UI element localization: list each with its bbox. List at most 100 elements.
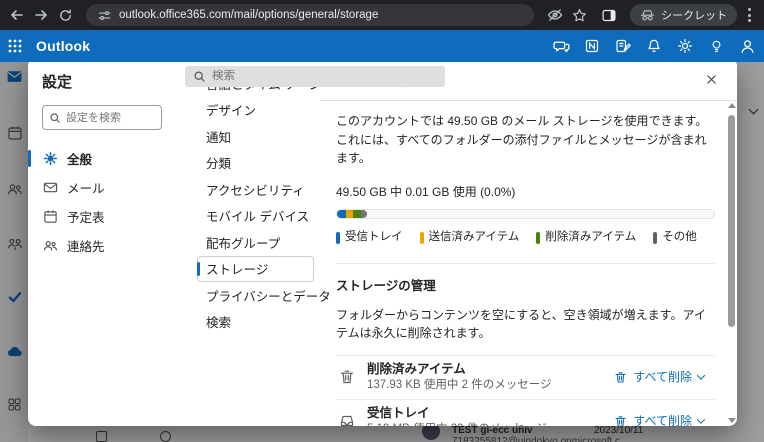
settings-left-pane: 設定 全般 メール — [28, 58, 173, 426]
notes-icon[interactable] — [614, 37, 632, 55]
category-design[interactable]: デザイン — [197, 97, 314, 124]
bookmark-star-icon[interactable] — [570, 6, 588, 24]
delete-all-button[interactable]: すべて削除 — [604, 363, 713, 392]
scroll-down-icon[interactable] — [728, 418, 736, 423]
legend-label: 受信トレイ — [345, 229, 403, 247]
trash-icon — [613, 414, 627, 426]
chevron-down-icon — [697, 416, 705, 424]
incognito-label: シークレット — [661, 7, 727, 23]
settings-gear-icon[interactable] — [676, 37, 694, 55]
category-search[interactable]: 検索 — [197, 309, 314, 336]
category-storage[interactable]: ストレージ — [197, 256, 314, 283]
sidebar-item-general[interactable]: 全般 — [42, 144, 173, 173]
inbox-icon — [338, 413, 355, 426]
url-text: outlook.office365.com/mail/options/gener… — [119, 9, 378, 21]
category-categories[interactable]: 分類 — [197, 150, 314, 177]
browser-toolbar: outlook.office365.com/mail/options/gener… — [0, 0, 764, 30]
incognito-icon — [640, 8, 655, 23]
calendar-icon — [42, 209, 58, 225]
search-icon — [193, 70, 206, 83]
storage-description: このアカウントでは 49.50 GB のメール ストレージを使用できます。これに… — [336, 112, 715, 168]
folder-list: 削除済みアイテム 137.93 KB 使用中 2 件のメッセージ すべて削除 — [336, 355, 715, 426]
legend-marker — [536, 232, 540, 244]
outlook-search-input[interactable] — [212, 70, 412, 82]
legend-label: その他 — [662, 229, 697, 247]
account-person-icon[interactable] — [738, 37, 756, 55]
eye-off-icon[interactable] — [546, 6, 564, 24]
folder-row-deleted-items: 削除済みアイテム 137.93 KB 使用中 2 件のメッセージ すべて削除 — [336, 355, 715, 399]
management-title: ストレージの管理 — [336, 277, 715, 296]
sidebar-item-mail[interactable]: メール — [42, 173, 173, 202]
sidebar-item-label: 全般 — [67, 149, 92, 168]
envelope-icon — [42, 180, 58, 196]
settings-search-input[interactable] — [66, 112, 156, 124]
sidebar-item-label: メール — [67, 178, 105, 197]
trash-icon — [613, 370, 627, 384]
reload-icon[interactable] — [56, 6, 74, 24]
meter-segment-other — [361, 210, 367, 218]
delete-all-label: すべて削除 — [633, 368, 692, 387]
sidebar-item-label: 連絡先 — [67, 236, 105, 255]
settings-search-box[interactable] — [42, 105, 162, 130]
incognito-badge: シークレット — [630, 4, 737, 26]
delete-all-button[interactable]: すべて削除 — [604, 407, 713, 426]
forward-icon[interactable] — [32, 6, 50, 24]
category-notifications[interactable]: 通知 — [197, 123, 314, 150]
category-mobile-devices[interactable]: モバイル デバイス — [197, 203, 314, 230]
category-privacy-data[interactable]: プライバシーとデータ — [197, 282, 314, 309]
legend-item-deleted: 削除済みアイテム — [536, 229, 636, 247]
category-distribution-groups[interactable]: 配布グループ — [197, 229, 314, 256]
legend-label: 削除済みアイテム — [545, 229, 636, 247]
legend-marker — [653, 232, 657, 244]
folder-usage: 5.19 MB 使用中 29 件のメッセージ — [367, 421, 592, 426]
category-accessibility[interactable]: アクセシビリティ — [197, 176, 314, 203]
legend-label: 送信済みアイテム — [429, 229, 520, 247]
folder-name: 受信トレイ — [367, 405, 592, 421]
management-description: フォルダーからコンテンツを空にすると、空き領域が増えます。アイテムは永久に削除さ… — [336, 306, 715, 343]
outlook-search-box[interactable] — [185, 66, 445, 87]
browser-menu-icon[interactable] — [743, 8, 756, 22]
people-icon — [42, 238, 58, 254]
storage-meter — [336, 209, 715, 219]
scroll-up-icon[interactable] — [728, 103, 736, 108]
meter-segment-sent — [346, 210, 353, 218]
settings-category-pane: 言語とタイム ゾーン デザイン 通知 分類 アクセシビリティ モバイル デバイス… — [173, 58, 320, 426]
sidebar-item-contacts[interactable]: 連絡先 — [42, 231, 173, 260]
storage-content: このアカウントでは 49.50 GB のメール ストレージを使用できます。これに… — [336, 101, 715, 426]
search-icon — [49, 112, 61, 124]
outlook-toolbar: Outlook — [0, 30, 764, 62]
gear-icon — [42, 151, 58, 167]
back-icon[interactable] — [8, 6, 26, 24]
notifications-bell-icon[interactable] — [645, 37, 663, 55]
legend-item-other: その他 — [653, 229, 697, 247]
legend-item-sent: 送信済みアイテム — [420, 229, 520, 247]
chat-icon[interactable] — [552, 37, 570, 55]
meter-segment-deleted — [353, 210, 361, 218]
app-launcher-icon[interactable] — [5, 37, 25, 55]
address-bar[interactable]: outlook.office365.com/mail/options/gener… — [86, 4, 534, 26]
meter-segment-inbox — [337, 210, 346, 218]
scrollbar[interactable] — [727, 103, 736, 423]
trash-icon — [338, 369, 355, 386]
site-settings-icon[interactable] — [97, 8, 111, 22]
delete-all-label: すべて削除 — [633, 412, 692, 426]
sidebar-item-calendar[interactable]: 予定表 — [42, 202, 173, 231]
settings-nav: 全般 メール 予定表 — [42, 144, 173, 260]
legend-marker — [420, 232, 424, 244]
settings-title: 設定 — [42, 71, 173, 92]
side-panel-icon[interactable] — [600, 6, 618, 24]
close-icon[interactable] — [699, 67, 723, 91]
chevron-down-icon — [697, 372, 705, 380]
page: outlook.office365.com/mail/options/gener… — [0, 0, 764, 442]
outlook-wordmark: Outlook — [36, 38, 90, 54]
settings-dialog: 設定 全般 メール — [28, 58, 737, 426]
storage-legend: 受信トレイ 送信済みアイテム 削除済みアイテム その他 — [336, 229, 715, 247]
folder-name: 削除済みアイテム — [367, 361, 592, 377]
sidebar-item-label: 予定表 — [67, 207, 105, 226]
folder-row-inbox: 受信トレイ 5.19 MB 使用中 29 件のメッセージ すべて削除 — [336, 399, 715, 426]
usage-summary: 49.50 GB 中 0.01 GB 使用 (0.0%) — [336, 183, 715, 202]
onenote-feed-icon[interactable] — [583, 37, 601, 55]
scrollbar-thumb[interactable] — [728, 115, 735, 327]
legend-marker — [336, 232, 340, 244]
tips-lightbulb-icon[interactable] — [707, 37, 725, 55]
